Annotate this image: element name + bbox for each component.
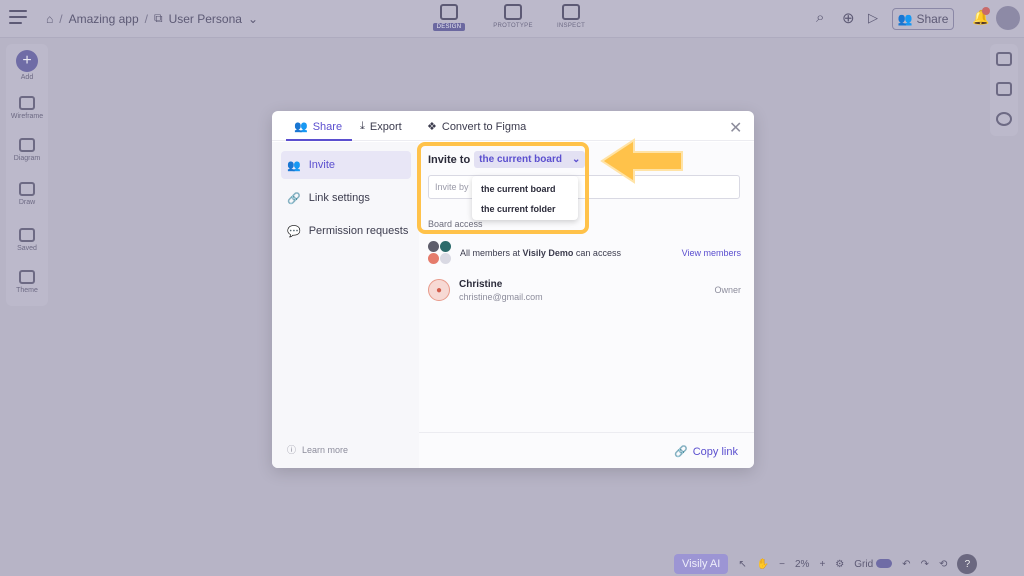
- bottom-toolbar: Visily AI ↖ ✋ − 2% + ⚙ Grid ↶ ↷ ⟲ ?: [674, 552, 1024, 576]
- pen-icon: [19, 182, 35, 196]
- owner-email: christine@gmail.com: [459, 291, 543, 302]
- users-icon: 👥: [287, 159, 301, 172]
- hand-icon[interactable]: ✋: [757, 559, 769, 570]
- wireframe-icon: [19, 96, 35, 110]
- view-members-link[interactable]: View members: [682, 248, 741, 258]
- tool-saved[interactable]: Saved: [6, 228, 48, 252]
- active-tab-indicator: [286, 139, 352, 141]
- help-circle-icon: ⓘ: [287, 445, 297, 455]
- sidebar-item-invite[interactable]: 👥 Invite: [281, 151, 411, 179]
- modal-sidebar: 👥 Invite 🔗 Link settings 💬 Permission re…: [272, 142, 419, 468]
- close-icon[interactable]: ✕: [729, 118, 742, 138]
- link-icon: 🔗: [287, 192, 301, 205]
- page-icon: ⧉: [153, 11, 163, 25]
- redo-icon[interactable]: ↷: [921, 559, 929, 570]
- grid-toggle[interactable]: Grid: [854, 559, 893, 570]
- sidebar-item-link-settings[interactable]: 🔗 Link settings: [281, 184, 411, 212]
- chat-icon: 💬: [287, 225, 301, 238]
- arrow-left-icon: [600, 138, 683, 184]
- comment-icon[interactable]: [996, 112, 1012, 126]
- tool-wireframe[interactable]: Wireframe: [6, 96, 48, 120]
- users-icon: 👥: [294, 121, 308, 133]
- diagram-icon: [19, 138, 35, 152]
- settings-icon[interactable]: ⚙: [835, 559, 844, 570]
- breadcrumb-project[interactable]: Amazing app: [69, 12, 139, 26]
- search-icon[interactable]: ⌕: [816, 9, 824, 26]
- share-button[interactable]: 👥 Share: [892, 8, 954, 30]
- tab-convert-to-figma[interactable]: ❖ Convert to Figma: [427, 120, 526, 134]
- avatar: ●: [428, 279, 450, 301]
- owner-row: ● Christine christine@gmail.com Owner: [428, 275, 741, 305]
- copy-link-button[interactable]: 🔗 Copy link: [674, 445, 738, 459]
- zoom-level[interactable]: 2%: [795, 559, 809, 570]
- members-access-row: All members at Visily Demo can access Vi…: [428, 240, 741, 266]
- sidebar-item-permission-requests[interactable]: 💬 Permission requests: [281, 217, 411, 245]
- cursor-icon[interactable]: ↖: [738, 559, 746, 570]
- owner-role: Owner: [714, 285, 741, 295]
- chevron-down-icon[interactable]: ⌄: [248, 12, 258, 26]
- tab-share[interactable]: 👥 Share: [294, 120, 342, 134]
- hamburger-menu-icon[interactable]: [9, 10, 27, 26]
- owner-name: Christine: [459, 278, 503, 290]
- mode-prototype[interactable]: PROTOTYPE: [490, 4, 536, 34]
- users-icon: 👥: [897, 12, 913, 26]
- modal-footer: 🔗 Copy link: [419, 432, 754, 468]
- highlight-box: [417, 142, 589, 234]
- theme-icon: [19, 270, 35, 284]
- left-toolbar: + Add Wireframe Diagram Draw Saved Theme: [6, 44, 48, 306]
- top-toolbar: ⌂ / Amazing app / ⧉ User Persona ⌄ DESIG…: [0, 0, 1024, 38]
- tool-diagram[interactable]: Diagram: [6, 138, 48, 162]
- home-icon[interactable]: ⌂: [46, 12, 53, 26]
- members-avatar-stack: [428, 241, 452, 265]
- play-icon[interactable]: ▷: [868, 10, 878, 26]
- plus-icon: +: [16, 50, 38, 72]
- add-icon[interactable]: ⊕: [842, 9, 855, 27]
- toggle-switch[interactable]: [876, 559, 893, 569]
- tab-export[interactable]: ⤓ Export: [360, 120, 402, 133]
- undo-icon[interactable]: ↶: [902, 559, 910, 570]
- link-icon: 🔗: [674, 446, 688, 458]
- zoom-out-icon[interactable]: −: [779, 559, 785, 570]
- download-icon: ⤓: [360, 120, 365, 132]
- bookmark-icon: [19, 228, 35, 242]
- visily-ai-button[interactable]: Visily AI: [674, 554, 729, 574]
- tool-theme[interactable]: Theme: [6, 270, 48, 294]
- zoom-in-icon[interactable]: +: [819, 559, 825, 570]
- figma-icon: ❖: [427, 121, 437, 133]
- sliders-icon[interactable]: [996, 52, 1012, 66]
- avatar[interactable]: [996, 6, 1020, 30]
- tool-draw[interactable]: Draw: [6, 182, 48, 206]
- breadcrumb-page[interactable]: User Persona: [169, 12, 242, 26]
- mode-inspect[interactable]: INSPECT: [548, 4, 594, 34]
- right-toolbar: [990, 44, 1018, 136]
- mode-design[interactable]: DESIGN: [426, 4, 472, 34]
- history-icon[interactable]: ⟲: [939, 559, 947, 570]
- notification-badge: [982, 7, 990, 15]
- layers-icon[interactable]: [996, 82, 1012, 96]
- breadcrumb: ⌂ / Amazing app / ⧉ User Persona ⌄: [46, 11, 258, 26]
- help-icon[interactable]: ?: [957, 554, 978, 574]
- learn-more-link[interactable]: ⓘ Learn more: [287, 443, 348, 456]
- modal-tabs: 👥 Share ⤓ Export ❖ Convert to Figma ✕: [272, 111, 754, 141]
- tool-add[interactable]: + Add: [6, 50, 48, 81]
